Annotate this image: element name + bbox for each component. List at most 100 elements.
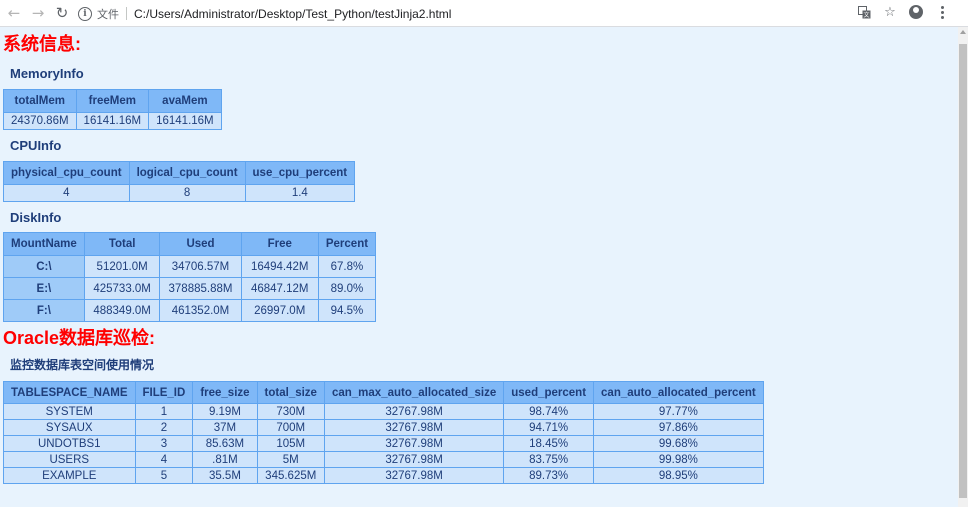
- table-cell: 97.86%: [593, 419, 764, 436]
- table-cell: 5: [134, 467, 194, 484]
- oracle-inspection-heading: Oracle数据库巡检:: [3, 328, 156, 348]
- table-header: Free: [240, 232, 319, 256]
- table-header: TABLESPACE_NAME: [3, 381, 136, 404]
- table-cell: .81M: [192, 451, 258, 468]
- menu-icon[interactable]: [934, 4, 950, 20]
- table-cell: 32767.98M: [323, 419, 505, 436]
- table-cell: 345.625M: [256, 467, 325, 484]
- page-content: 系统信息: MemoryInfo totalMem freeMem avaMem…: [3, 27, 953, 484]
- memory-table: totalMem freeMem avaMem 24370.86M 16141.…: [3, 89, 222, 130]
- table-header: free_size: [192, 381, 258, 404]
- table-cell: 34706.57M: [159, 255, 242, 278]
- table-header: Used: [159, 232, 242, 256]
- table-cell: 98.74%: [503, 403, 595, 420]
- table-cell: 16141.16M: [75, 112, 150, 130]
- cpu-table: physical_cpu_count logical_cpu_count use…: [3, 161, 356, 202]
- table-header: can_auto_allocated_percent: [593, 381, 764, 404]
- table-header: freeMem: [75, 89, 150, 113]
- table-cell: 32767.98M: [323, 403, 505, 420]
- table-cell: 89.0%: [317, 277, 377, 300]
- table-cell: SYSAUX: [3, 419, 136, 436]
- table-cell: 67.8%: [317, 255, 377, 278]
- table-header: used_percent: [503, 381, 595, 404]
- table-cell: 89.73%: [503, 467, 595, 484]
- table-cell: 8: [128, 184, 246, 202]
- table-header: total_size: [256, 381, 325, 404]
- table-cell: SYSTEM: [3, 403, 136, 420]
- browser-toolbar: ← → ↻ i 文件 C:/Users/Administrator/Deskto…: [0, 0, 968, 27]
- vertical-scrollbar[interactable]: [958, 27, 968, 507]
- table-cell: 26997.0M: [240, 299, 319, 322]
- table-header: Total: [83, 232, 161, 256]
- table-cell: 94.5%: [317, 299, 377, 322]
- back-arrow-icon[interactable]: ←: [4, 3, 24, 23]
- scrollbar-thumb[interactable]: [959, 44, 967, 498]
- table-cell: 4: [134, 451, 194, 468]
- table-cell: 18.45%: [503, 435, 595, 452]
- table-header: FILE_ID: [134, 381, 194, 404]
- table-cell: 1.4: [244, 184, 356, 202]
- table-header: avaMem: [148, 89, 222, 113]
- table-cell: EXAMPLE: [3, 467, 136, 484]
- disk-info-heading: DiskInfo: [10, 210, 62, 225]
- memory-info-heading: MemoryInfo: [10, 66, 84, 81]
- mount-name-cell: F:\: [3, 299, 85, 322]
- table-cell: 83.75%: [503, 451, 595, 468]
- table-cell: 32767.98M: [323, 467, 505, 484]
- table-cell: 4: [3, 184, 130, 202]
- table-cell: 37M: [192, 419, 258, 436]
- table-row: UNDOTBS1 3 85.63M 105M 32767.98M 18.45% …: [3, 435, 764, 452]
- table-cell: 425733.0M: [83, 277, 161, 300]
- protocol-label: 文件: [97, 7, 119, 21]
- table-cell: 32767.98M: [323, 451, 505, 468]
- system-info-heading: 系统信息:: [3, 34, 81, 54]
- star-bookmark-icon[interactable]: ☆: [882, 4, 898, 20]
- table-cell: 488349.0M: [83, 299, 161, 322]
- url-text[interactable]: C:/Users/Administrator/Desktop/Test_Pyth…: [134, 7, 451, 21]
- table-cell: 85.63M: [192, 435, 258, 452]
- cpu-info-heading: CPUInfo: [10, 138, 62, 153]
- table-header: MountName: [3, 232, 85, 256]
- table-row: SYSAUX 2 37M 700M 32767.98M 94.71% 97.86…: [3, 419, 764, 436]
- table-cell: 94.71%: [503, 419, 595, 436]
- table-cell: 1: [134, 403, 194, 420]
- table-cell: 378885.88M: [159, 277, 242, 300]
- disk-table: MountName Total Used Free Percent C:\ 51…: [3, 232, 377, 322]
- table-cell: 461352.0M: [159, 299, 242, 322]
- table-header: Percent: [317, 232, 377, 256]
- tablespace-heading: 监控数据库表空间使用情况: [10, 358, 155, 372]
- table-cell: UNDOTBS1: [3, 435, 136, 452]
- table-header: use_cpu_percent: [244, 161, 356, 185]
- table-cell: 46847.12M: [240, 277, 319, 300]
- mount-name-cell: E:\: [3, 277, 85, 300]
- address-bar[interactable]: i 文件 C:/Users/Administrator/Desktop/Test…: [78, 3, 860, 24]
- table-cell: 105M: [256, 435, 325, 452]
- table-cell: 5M: [256, 451, 325, 468]
- scroll-up-arrow-icon[interactable]: [960, 30, 966, 34]
- table-header: logical_cpu_count: [128, 161, 246, 185]
- table-cell: 97.77%: [593, 403, 764, 420]
- table-cell: 700M: [256, 419, 325, 436]
- table-cell: USERS: [3, 451, 136, 468]
- table-cell: 2: [134, 419, 194, 436]
- table-cell: 16141.16M: [148, 112, 222, 130]
- mount-name-cell: C:\: [3, 255, 85, 278]
- table-cell: 99.68%: [593, 435, 764, 452]
- table-cell: 51201.0M: [83, 255, 161, 278]
- account-icon[interactable]: [908, 4, 924, 20]
- svg-text:文: 文: [863, 11, 869, 19]
- address-separator: [126, 7, 127, 20]
- table-header: totalMem: [3, 89, 77, 113]
- table-cell: 98.95%: [593, 467, 764, 484]
- table-row: USERS 4 .81M 5M 32767.98M 83.75% 99.98%: [3, 451, 764, 468]
- table-row: SYSTEM 1 9.19M 730M 32767.98M 98.74% 97.…: [3, 403, 764, 420]
- tablespace-table: TABLESPACE_NAME FILE_ID free_size total_…: [3, 381, 764, 484]
- info-icon[interactable]: i: [78, 6, 92, 21]
- table-cell: 16494.42M: [240, 255, 319, 278]
- table-row: EXAMPLE 5 35.5M 345.625M 32767.98M 89.73…: [3, 467, 764, 484]
- reload-icon[interactable]: ↻: [52, 3, 72, 23]
- table-cell: 9.19M: [192, 403, 258, 420]
- translate-icon[interactable]: 文: [856, 4, 872, 20]
- forward-arrow-icon[interactable]: →: [28, 3, 48, 23]
- table-cell: 730M: [256, 403, 325, 420]
